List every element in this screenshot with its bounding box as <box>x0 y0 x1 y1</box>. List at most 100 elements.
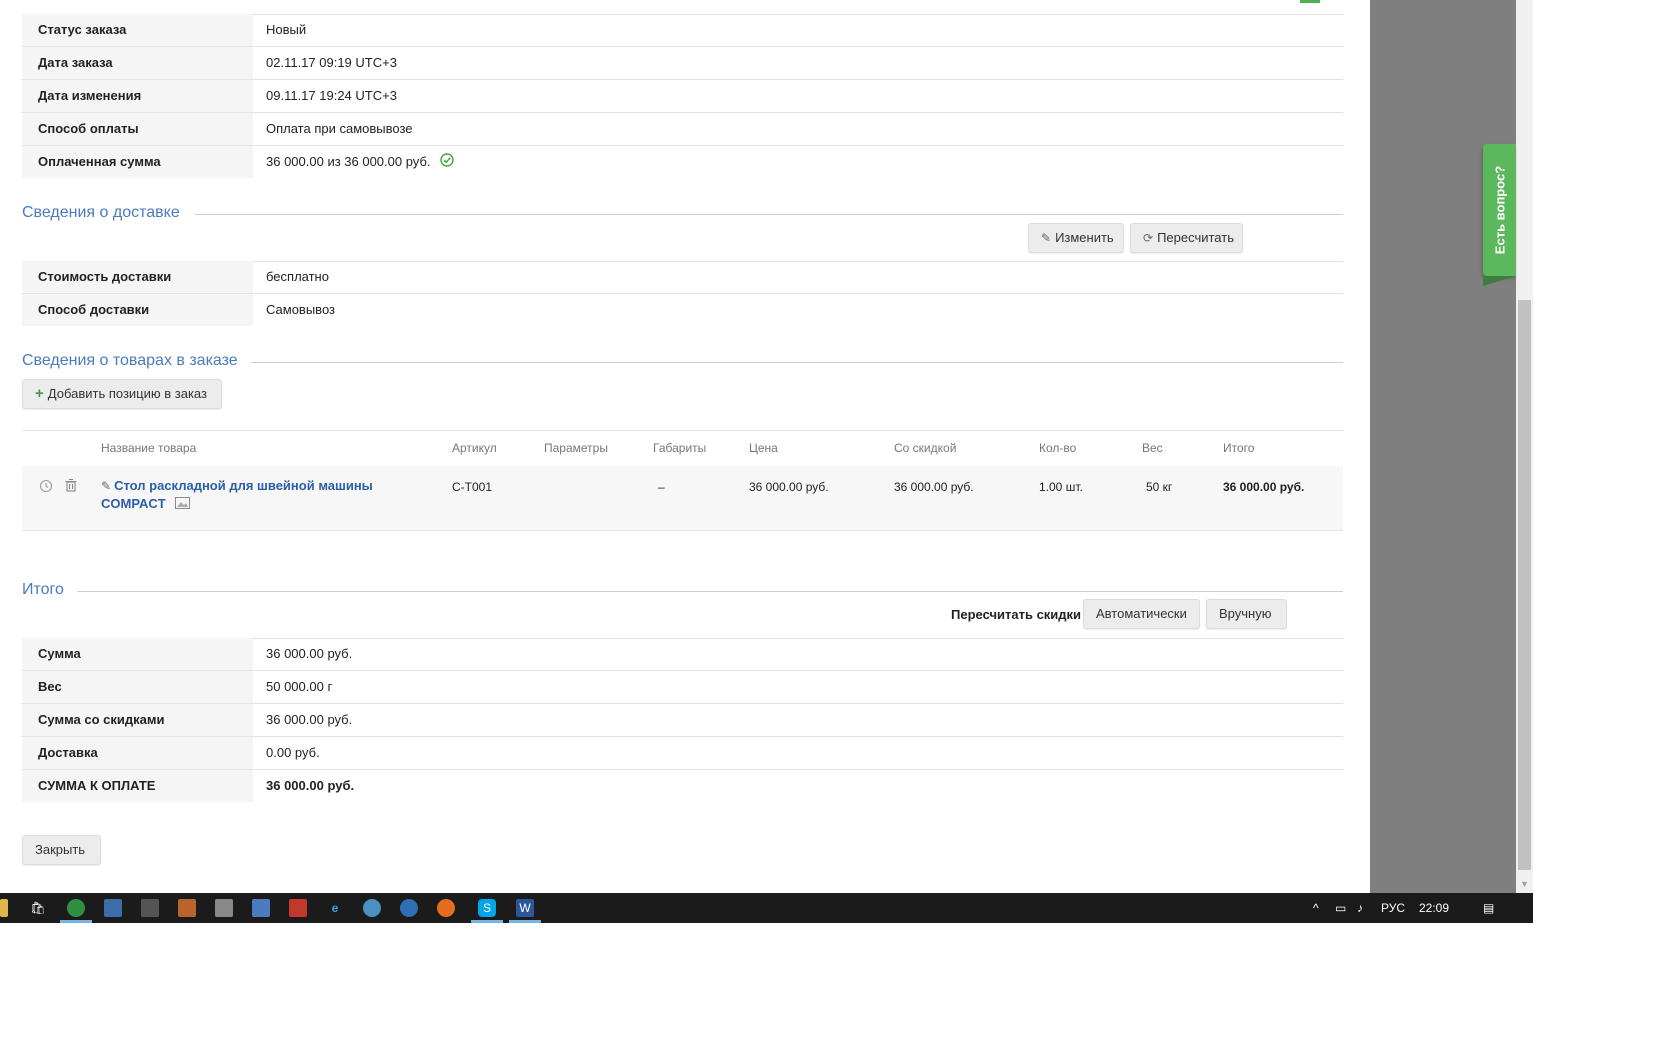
payment-method-row: Способ оплаты Оплата при самовывозе <box>22 113 1343 146</box>
delivery-cost-row: Стоимость доставки бесплатно <box>22 261 1343 294</box>
plus-icon: + <box>35 385 44 402</box>
row-value: 02.11.17 09:19 UTC+3 <box>266 55 397 70</box>
totals-discounted-row: Сумма со скидками 36 000.00 руб. <box>22 704 1343 737</box>
delivery-method-row: Способ доставки Самовывоз <box>22 294 1343 326</box>
table-row: ✎ Стол раскладной для швейной машины COMP… <box>22 466 1343 531</box>
recalc-discounts-label: Пересчитать скидки <box>951 607 1082 622</box>
row-value: 36 000.00 руб. <box>266 712 353 727</box>
active-indicator <box>471 920 503 923</box>
notifications-icon[interactable]: ▤ <box>1483 893 1494 923</box>
system-tray: ^ ▭ ♪ РУС 22:09 ▤ <box>1313 893 1533 923</box>
row-label: Доставка <box>22 737 253 769</box>
scroll-down-arrow-icon[interactable]: ▼ <box>1516 876 1533 893</box>
app-icon[interactable] <box>252 899 270 917</box>
scanner-icon[interactable] <box>141 899 159 917</box>
row-value: бесплатно <box>266 269 329 284</box>
section-title-delivery: Сведения о доставке <box>22 204 180 221</box>
manual-recalc-button[interactable]: Вручную <box>1206 599 1287 629</box>
row-label: Способ доставки <box>22 294 253 326</box>
row-value: 36 000.00 руб. <box>266 646 353 661</box>
row-label: Оплаченная сумма <box>22 146 253 178</box>
auto-recalc-button[interactable]: Автоматически <box>1083 599 1200 629</box>
row-label: СУММА К ОПЛАТЕ <box>22 770 253 802</box>
active-indicator <box>60 920 92 923</box>
firefox-icon[interactable] <box>437 899 455 917</box>
scrollbar[interactable]: ▼ <box>1516 0 1533 893</box>
totals-delivery-row: Доставка 0.00 руб. <box>22 737 1343 770</box>
row-value: 36 000.00 руб. <box>266 778 355 793</box>
app-icon[interactable] <box>363 899 381 917</box>
col-header-dims: Габариты <box>653 441 707 455</box>
col-header-name: Название товара <box>101 441 197 455</box>
qty-cell: 1.00 шт. <box>1039 480 1083 494</box>
order-modal: Статус заказа Новый Дата заказа 02.11.17… <box>0 0 1370 893</box>
row-value: 36 000.00 из 36 000.00 руб. <box>266 146 454 179</box>
edit-delivery-button[interactable]: ✎ Изменить <box>1028 223 1124 253</box>
volume-icon[interactable]: ♪ <box>1357 893 1363 923</box>
row-label: Дата заказа <box>22 47 253 79</box>
chrome-icon[interactable] <box>67 899 85 917</box>
recalc-delivery-button[interactable]: ⟳ Пересчитать <box>1130 223 1243 253</box>
app-icon[interactable] <box>104 899 122 917</box>
row-label: Способ оплаты <box>22 113 253 145</box>
modal-backdrop <box>1370 0 1516 893</box>
order-modified-row: Дата изменения 09.11.17 19:24 UTC+3 <box>22 80 1343 113</box>
row-label: Сумма со скидками <box>22 704 253 736</box>
product-link-line2[interactable]: COMPACT <box>101 496 166 511</box>
row-value: 0.00 руб. <box>266 745 320 760</box>
totals-weight-row: Вес 50 000.00 г <box>22 671 1343 704</box>
chevron-up-icon[interactable]: ^ <box>1313 893 1319 923</box>
word-icon[interactable]: W <box>516 899 534 917</box>
order-status-row: Статус заказа Новый <box>22 14 1343 47</box>
col-header-total: Итого <box>1223 441 1255 455</box>
row-value: Самовывоз <box>266 302 335 317</box>
active-indicator <box>509 920 541 923</box>
row-label: Сумма <box>22 638 253 670</box>
taskbar: 🛍 e S W ^ ▭ ♪ РУС 22:09 ▤ <box>0 893 1533 923</box>
scroll-thumb[interactable] <box>1518 300 1531 870</box>
pencil-icon[interactable]: ✎ <box>101 479 111 493</box>
language-indicator[interactable]: РУС <box>1381 893 1405 923</box>
section-divider <box>195 214 1343 215</box>
row-label: Дата изменения <box>22 80 253 112</box>
ie-icon[interactable]: e <box>326 899 344 917</box>
section-title-totals: Итого <box>22 581 64 598</box>
app-icon[interactable] <box>289 899 307 917</box>
product-link[interactable]: Стол раскладной для швейной машины <box>114 478 373 493</box>
store-icon[interactable]: 🛍 <box>29 899 47 917</box>
totals-sum-row: Сумма 36 000.00 руб. <box>22 638 1343 671</box>
row-label: Вес <box>22 671 253 703</box>
col-header-price: Цена <box>749 441 778 455</box>
row-value: 09.11.17 19:24 UTC+3 <box>266 88 397 103</box>
products-table-header: Название товара Артикул Параметры Габари… <box>22 430 1343 467</box>
network-icon[interactable]: ▭ <box>1335 893 1346 923</box>
add-item-button[interactable]: + Добавить позицию в заказ <box>22 379 222 409</box>
weight-cell: 50 кг <box>1146 480 1173 494</box>
image-icon[interactable] <box>175 496 191 514</box>
discounted-cell: 36 000.00 руб. <box>894 480 974 494</box>
dims-cell: – <box>658 480 665 494</box>
trash-icon[interactable] <box>64 478 78 496</box>
app-icon[interactable] <box>400 899 418 917</box>
app-icon[interactable] <box>178 899 196 917</box>
col-header-qty: Кол-во <box>1039 441 1077 455</box>
clock[interactable]: 22:09 <box>1419 893 1449 923</box>
close-button[interactable]: Закрыть <box>22 835 101 865</box>
check-circle-icon <box>440 147 454 179</box>
top-green-icon <box>1300 0 1320 3</box>
calculator-icon[interactable] <box>215 899 233 917</box>
row-value: Новый <box>266 22 307 37</box>
refresh-icon: ⟳ <box>1143 231 1154 245</box>
sku-cell: C-T001 <box>452 480 493 494</box>
row-label: Статус заказа <box>22 14 253 46</box>
skype-icon[interactable]: S <box>478 899 496 917</box>
history-icon[interactable] <box>39 479 53 496</box>
row-value: 50 000.00 г <box>266 679 333 694</box>
paid-amount-text: 36 000.00 из 36 000.00 руб. <box>266 154 431 169</box>
feedback-tab[interactable]: Есть вопрос? <box>1483 144 1516 286</box>
folder-icon[interactable] <box>0 899 8 917</box>
order-date-row: Дата заказа 02.11.17 09:19 UTC+3 <box>22 47 1343 80</box>
col-header-sku: Артикул <box>452 441 497 455</box>
col-header-params: Параметры <box>544 441 608 455</box>
product-name-cell: ✎ Стол раскладной для швейной машины COMP… <box>101 477 431 514</box>
